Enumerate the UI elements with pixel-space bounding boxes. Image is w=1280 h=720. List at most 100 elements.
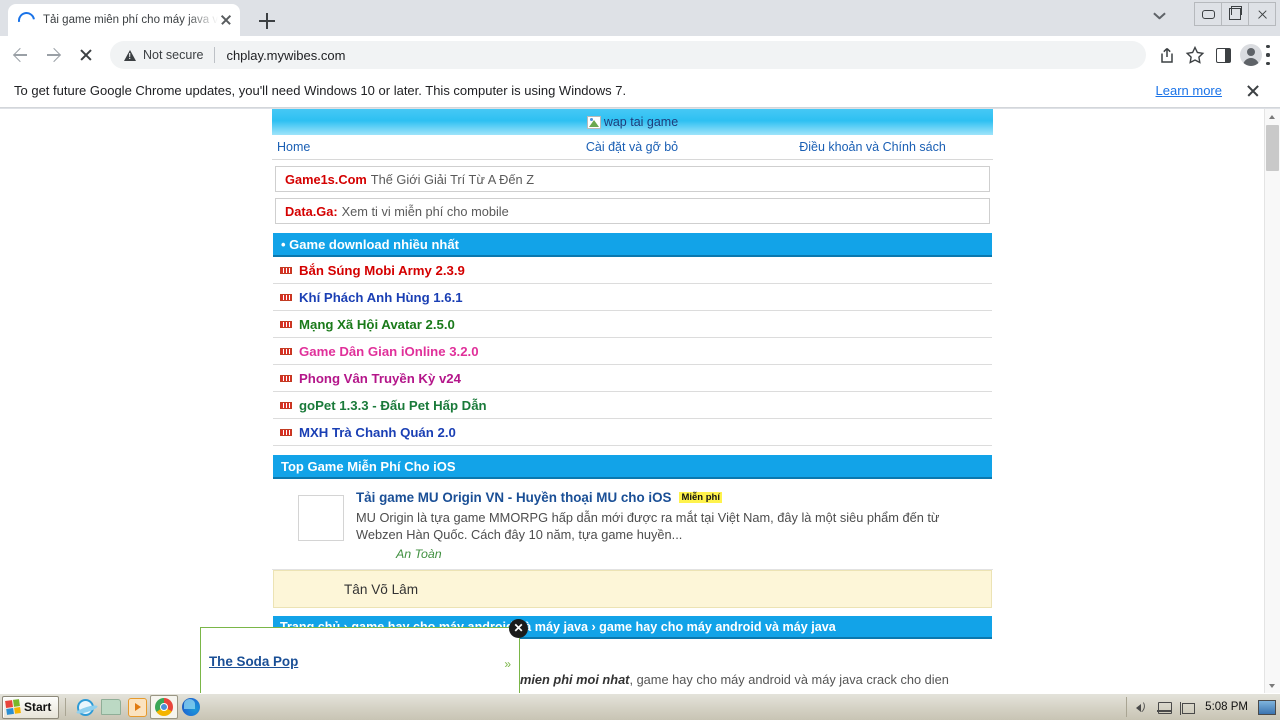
close-icon[interactable] xyxy=(218,12,234,28)
share-icon[interactable] xyxy=(1154,42,1180,68)
side-panel-icon[interactable] xyxy=(1210,42,1236,68)
highlight-box[interactable]: Tân Võ Lâm xyxy=(273,570,992,608)
article-title[interactable]: Tải game MU Origin VN - Huyền thoại MU c… xyxy=(356,490,671,505)
status-badge: Miễn phí xyxy=(679,492,722,503)
close-window-button[interactable] xyxy=(1248,2,1276,26)
avatar[interactable] xyxy=(1238,42,1264,68)
broken-image-placeholder: wap tai game xyxy=(586,115,679,129)
stop-icon[interactable] xyxy=(72,41,100,69)
list-item[interactable]: Bắn Súng Mobi Army 2.3.9 xyxy=(273,257,992,284)
warning-triangle-icon xyxy=(124,49,136,61)
nav-item-install[interactable]: Cài đặt và gỡ bỏ xyxy=(512,140,752,154)
more-menu-icon[interactable] xyxy=(1266,42,1270,68)
promo-line-game1s[interactable]: Game1s.Com Thế Giới Giải Trí Từ A Đến Z xyxy=(275,166,990,192)
site-topnav: Home Cài đặt và gỡ bỏ Điều khoản và Chín… xyxy=(272,135,993,160)
article-body: Tải game MU Origin VN - Huyền thoại MU c… xyxy=(356,489,987,561)
article-card[interactable]: Tải game MU Origin VN - Huyền thoại MU c… xyxy=(272,479,993,570)
scroll-down-icon[interactable] xyxy=(1265,679,1280,694)
banner-alt-text: wap tai game xyxy=(603,115,679,129)
bookmark-star-icon[interactable] xyxy=(1182,42,1208,68)
site-banner: wap tai game xyxy=(272,109,993,135)
promo-line-datga[interactable]: Data.Ga: Xem ti vi miễn phí cho mobile xyxy=(275,198,990,224)
list-item[interactable]: MXH Trà Chanh Quán 2.0 xyxy=(273,419,992,446)
section-header-downloads: • Game download nhiều nhất xyxy=(273,233,992,257)
start-label: Start xyxy=(24,700,52,714)
game-title: goPet 1.3.3 - Đấu Pet Hấp Dẫn xyxy=(299,397,487,413)
page-viewport: wap tai game Home Cài đặt và gỡ bỏ Điều … xyxy=(0,109,1280,694)
game-badge-icon xyxy=(280,401,292,409)
taskbar-clock[interactable]: 5:08 PM xyxy=(1205,701,1248,713)
scrollbar-thumb[interactable] xyxy=(1266,125,1279,171)
list-item[interactable]: Phong Vân Truyền Kỳ v24 xyxy=(273,365,992,392)
game-title: Game Dân Gian iOnline 3.2.0 xyxy=(299,343,479,359)
game-title: MXH Trà Chanh Quán 2.0 xyxy=(299,424,456,440)
divider xyxy=(214,47,216,63)
promo-text: Xem ti vi miễn phí cho mobile xyxy=(341,203,509,219)
promo-text: Thế Giới Giải Trí Từ A Đến Z xyxy=(370,171,535,187)
vertical-scrollbar[interactable] xyxy=(1264,109,1280,694)
update-infobar: To get future Google Chrome updates, you… xyxy=(0,74,1280,108)
show-desktop-icon[interactable] xyxy=(1258,699,1276,715)
tab-title: Tải game miễn phí cho máy java và a xyxy=(43,14,218,26)
infobar-message: To get future Google Chrome updates, you… xyxy=(14,83,627,98)
folder-icon xyxy=(101,699,122,715)
new-tab-button[interactable] xyxy=(255,9,279,33)
browser-toolbar: Not secure chplay.mywibes.com xyxy=(0,36,1280,74)
page-content: wap tai game Home Cài đặt và gỡ bỏ Điều … xyxy=(272,109,993,689)
loading-spinner-icon xyxy=(14,8,39,32)
broken-image-icon xyxy=(586,115,601,129)
action-flag-icon[interactable] xyxy=(1179,700,1196,715)
network-icon[interactable] xyxy=(1157,700,1173,715)
chevron-right-icon[interactable]: » xyxy=(504,657,511,671)
security-label: Not secure xyxy=(143,48,204,62)
list-item[interactable]: goPet 1.3.3 - Đấu Pet Hấp Dẫn xyxy=(273,392,992,419)
edge-icon xyxy=(182,698,201,716)
address-bar[interactable]: Not secure chplay.mywibes.com xyxy=(110,41,1146,69)
media-player-icon xyxy=(127,697,147,717)
article-thumbnail xyxy=(298,495,344,541)
game-list: Bắn Súng Mobi Army 2.3.9 Khí Phách Anh H… xyxy=(273,257,992,446)
minimize-button[interactable] xyxy=(1194,2,1222,26)
close-icon[interactable]: ✕ xyxy=(509,619,528,638)
browser-tab[interactable]: Tải game miễn phí cho máy java và a xyxy=(8,4,240,36)
maximize-button[interactable] xyxy=(1221,2,1249,26)
list-item[interactable]: Khí Phách Anh Hùng 1.6.1 xyxy=(273,284,992,311)
infobar-close-icon[interactable] xyxy=(1240,78,1266,104)
article-safety-label: An Toàn xyxy=(396,547,442,561)
website: wap tai game Home Cài đặt và gỡ bỏ Điều … xyxy=(272,109,993,689)
volume-icon[interactable] xyxy=(1134,700,1149,715)
back-icon[interactable] xyxy=(6,41,34,69)
taskbar-item-internet-explorer[interactable] xyxy=(72,696,98,718)
forward-icon[interactable] xyxy=(40,41,68,69)
article-description: MU Origin là tựa game MMORPG hấp dẫn mới… xyxy=(356,510,940,542)
game-title: Mạng Xã Hội Avatar 2.5.0 xyxy=(299,316,455,332)
window-controls xyxy=(1194,2,1276,26)
url-text: chplay.mywibes.com xyxy=(226,47,346,63)
divider xyxy=(65,698,67,716)
list-item[interactable]: Game Dân Gian iOnline 3.2.0 xyxy=(273,338,992,365)
taskbar-item-google-chrome[interactable] xyxy=(150,695,179,719)
system-tray: 5:08 PM xyxy=(1126,697,1280,717)
soda-pop-link[interactable]: The Soda Pop xyxy=(209,654,298,669)
promo-name: Game1s.Com xyxy=(285,171,367,187)
promo-name: Data.Ga: xyxy=(285,203,338,219)
nav-item-terms[interactable]: Điều khoản và Chính sách xyxy=(752,140,993,154)
taskbar-item-media-player[interactable] xyxy=(124,696,150,718)
soda-pop-overlay[interactable]: The Soda Pop » ✕ xyxy=(200,619,528,694)
game-title: Khí Phách Anh Hùng 1.6.1 xyxy=(299,289,463,305)
game-title: Phong Vân Truyền Kỳ v24 xyxy=(299,370,461,386)
paragraph-rest: , game hay cho máy android và máy java c… xyxy=(629,672,949,687)
chevron-down-icon[interactable] xyxy=(1152,10,1168,26)
screen: Tải game miễn phí cho máy java và a Not … xyxy=(0,0,1280,720)
game-badge-icon xyxy=(280,347,292,355)
chrome-icon xyxy=(155,698,174,716)
nav-item-home[interactable]: Home xyxy=(272,140,512,154)
list-item[interactable]: Mạng Xã Hội Avatar 2.5.0 xyxy=(273,311,992,338)
taskbar-item-microsoft-edge[interactable] xyxy=(178,696,204,718)
scroll-up-icon[interactable] xyxy=(1265,109,1280,124)
learn-more-link[interactable]: Learn more xyxy=(1156,83,1222,98)
taskbar-item-file-explorer[interactable] xyxy=(98,696,124,718)
start-button[interactable]: Start xyxy=(2,695,60,719)
taskbar: Start 5:08 PM xyxy=(0,693,1280,720)
internet-explorer-icon xyxy=(76,698,94,716)
